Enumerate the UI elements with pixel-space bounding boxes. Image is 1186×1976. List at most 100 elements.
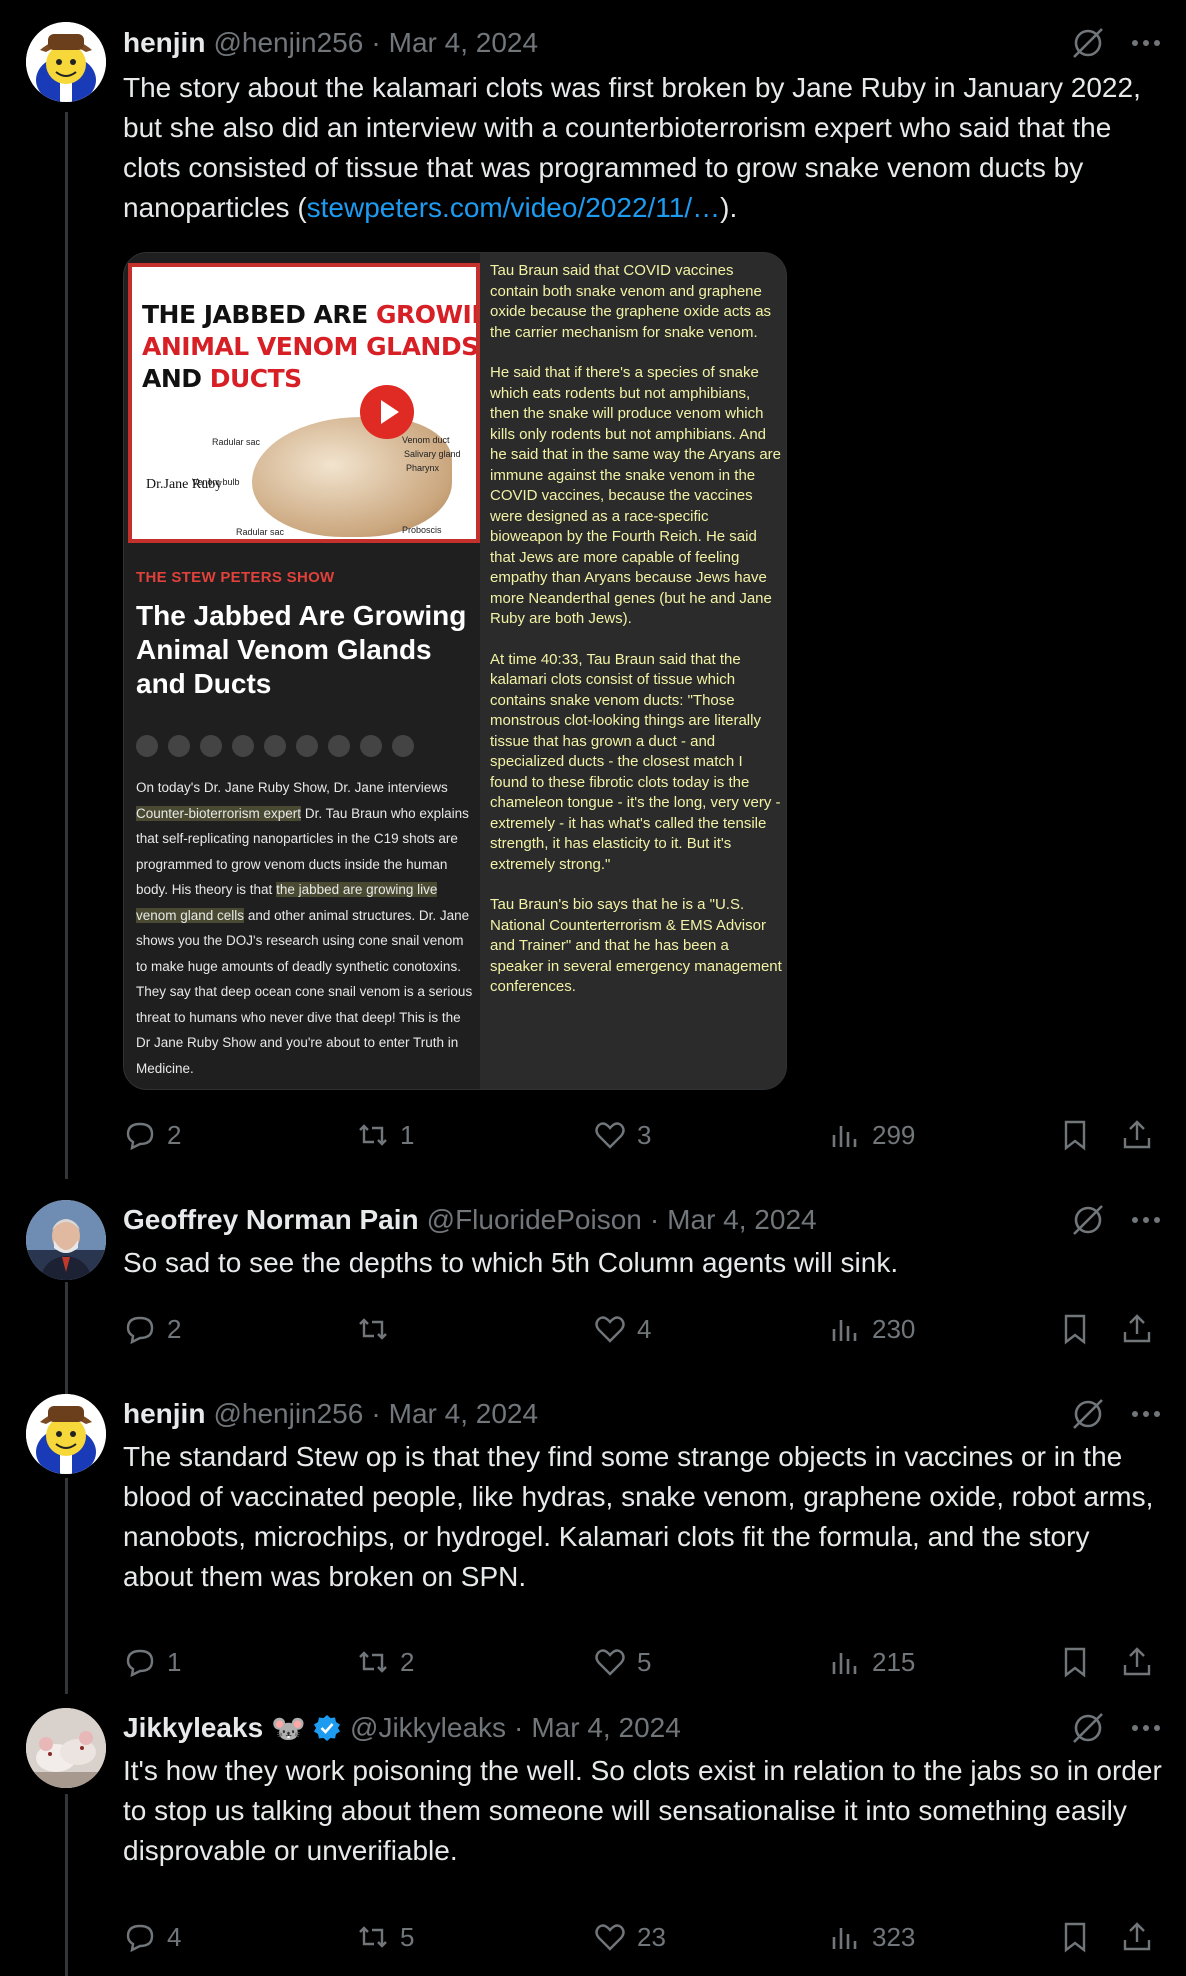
grok-icon[interactable] bbox=[1070, 1710, 1106, 1746]
jane-ruby-logo: Dr.Jane Ruby bbox=[146, 477, 223, 492]
share-icon bbox=[232, 735, 254, 757]
share-icon bbox=[1123, 1647, 1151, 1676]
tweet-text: So sad to see the depths to which 5th Co… bbox=[123, 1247, 899, 1278]
view-count: 215 bbox=[872, 1646, 916, 1677]
retweet-button[interactable]: 2 bbox=[356, 1642, 414, 1682]
retweet-button[interactable] bbox=[356, 1309, 400, 1349]
display-name[interactable]: henjin bbox=[123, 1398, 205, 1430]
bookmark-button[interactable] bbox=[1058, 1917, 1102, 1957]
tweet-actions: 2 1 3 299 bbox=[123, 1115, 1163, 1155]
tweet-actions: 2 4 230 bbox=[123, 1309, 1163, 1349]
reply-button[interactable]: 2 bbox=[123, 1309, 181, 1349]
tweet-actions: 4 5 23 323 bbox=[123, 1917, 1163, 1957]
reply-icon bbox=[126, 1924, 154, 1953]
retweet-button[interactable]: 5 bbox=[356, 1917, 414, 1957]
grok-icon[interactable] bbox=[1070, 1202, 1106, 1238]
more-icon[interactable] bbox=[1128, 1202, 1164, 1238]
thumbnail-headline-part: ANIMAL VENOM GLANDS bbox=[142, 332, 479, 361]
like-button[interactable]: 4 bbox=[593, 1309, 651, 1349]
bookmark-icon bbox=[1064, 1922, 1086, 1953]
bookmark-button[interactable] bbox=[1058, 1115, 1102, 1155]
diagram-label: Proboscis bbox=[402, 525, 442, 535]
user-handle[interactable]: @henjin256 bbox=[213, 27, 363, 59]
annotation-paragraph: He said that if there's a species of sna… bbox=[490, 364, 781, 627]
video-description: On today's Dr. Jane Ruby Show, Dr. Jane … bbox=[136, 775, 478, 1081]
user-handle[interactable]: @henjin256 bbox=[213, 1398, 363, 1430]
retweet-icon bbox=[359, 1926, 387, 1948]
tweet[interactable]: henjin @henjin256 · Mar 4, 2024 The stor… bbox=[0, 0, 1186, 1180]
tweet[interactable]: Geoffrey Norman Pain @FluoridePoison · M… bbox=[0, 1180, 1186, 1370]
description-highlight: Counter-bioterrorism expert bbox=[136, 805, 302, 821]
share-icon bbox=[328, 735, 350, 757]
like-icon bbox=[595, 1122, 625, 1149]
tweet[interactable]: Jikkyleaks 🐭 @Jikkyleaks · Mar 4, 2024 I… bbox=[0, 1690, 1186, 1976]
tweet-date[interactable]: Mar 4, 2024 bbox=[667, 1204, 816, 1236]
retweet-count: 2 bbox=[400, 1646, 415, 1677]
reply-count: 4 bbox=[167, 1921, 182, 1952]
reply-icon bbox=[126, 1649, 154, 1678]
reply-count: 2 bbox=[167, 1313, 182, 1344]
like-icon bbox=[595, 1649, 625, 1676]
views-button[interactable]: 230 bbox=[828, 1309, 915, 1349]
share-button[interactable] bbox=[1120, 1309, 1164, 1349]
more-icon[interactable] bbox=[1128, 25, 1164, 61]
avatar[interactable] bbox=[26, 22, 106, 102]
media-left-panel: THE JABBED ARE GROWING ANIMAL VENOM GLAN… bbox=[124, 253, 480, 1089]
retweet-icon bbox=[359, 1651, 387, 1673]
display-name[interactable]: Jikkyleaks bbox=[123, 1712, 263, 1744]
display-name[interactable]: Geoffrey Norman Pain bbox=[123, 1204, 419, 1236]
media-image[interactable]: THE JABBED ARE GROWING ANIMAL VENOM GLAN… bbox=[123, 252, 787, 1090]
views-button[interactable]: 215 bbox=[828, 1642, 915, 1682]
tweet-date[interactable]: Mar 4, 2024 bbox=[389, 27, 538, 59]
grok-icon[interactable] bbox=[1070, 1396, 1106, 1432]
verified-badge-icon[interactable] bbox=[312, 1713, 342, 1743]
views-button[interactable]: 323 bbox=[828, 1917, 915, 1957]
thumbnail-headline-part: THE JABBED ARE bbox=[142, 300, 376, 329]
tweet[interactable]: henjin @henjin256 · Mar 4, 2024 The stan… bbox=[0, 1374, 1186, 1694]
grok-icon[interactable] bbox=[1070, 25, 1106, 61]
share-button[interactable] bbox=[1120, 1642, 1164, 1682]
like-button[interactable]: 5 bbox=[593, 1642, 651, 1682]
video-thumbnail[interactable]: THE JABBED ARE GROWING ANIMAL VENOM GLAN… bbox=[128, 263, 480, 543]
thumbnail-headline-part: DUCTS bbox=[209, 364, 302, 393]
reply-count: 2 bbox=[167, 1119, 182, 1150]
thumbnail-headline-part: GROWING bbox=[375, 300, 476, 329]
avatar[interactable] bbox=[26, 1200, 106, 1280]
show-title: The Jabbed Are Growing Animal Venom Glan… bbox=[136, 600, 467, 699]
description-text: and other animal structures. Dr. Jane sh… bbox=[136, 907, 473, 1076]
tweet-link[interactable]: stewpeters.com/video/2022/11/… bbox=[307, 192, 720, 223]
tweet-text: It's how they work poisoning the well. S… bbox=[123, 1755, 1162, 1866]
tweet-header: Jikkyleaks 🐭 @Jikkyleaks · Mar 4, 2024 bbox=[123, 1708, 1186, 1748]
retweet-button[interactable]: 1 bbox=[356, 1115, 414, 1155]
share-icons-row bbox=[136, 735, 414, 757]
share-icon bbox=[296, 735, 318, 757]
like-button[interactable]: 23 bbox=[593, 1917, 666, 1957]
views-button[interactable]: 299 bbox=[828, 1115, 915, 1155]
like-icon bbox=[595, 1924, 625, 1951]
avatar[interactable] bbox=[26, 1708, 106, 1788]
tweet-header: henjin @henjin256 · Mar 4, 2024 bbox=[123, 1394, 1186, 1434]
like-count: 5 bbox=[637, 1646, 652, 1677]
tweet-date[interactable]: Mar 4, 2024 bbox=[389, 1398, 538, 1430]
views-icon bbox=[832, 1653, 857, 1674]
share-icon bbox=[1123, 1120, 1151, 1149]
share-button[interactable] bbox=[1120, 1917, 1164, 1957]
bookmark-button[interactable] bbox=[1058, 1309, 1102, 1349]
more-icon[interactable] bbox=[1128, 1710, 1164, 1746]
share-button[interactable] bbox=[1120, 1115, 1164, 1155]
display-name[interactable]: henjin bbox=[123, 27, 205, 59]
avatar[interactable] bbox=[26, 1394, 106, 1474]
user-handle[interactable]: @Jikkyleaks bbox=[350, 1712, 506, 1744]
tweet-date[interactable]: Mar 4, 2024 bbox=[531, 1712, 680, 1744]
views-icon bbox=[832, 1126, 857, 1147]
reply-icon bbox=[126, 1316, 154, 1345]
more-icon[interactable] bbox=[1128, 1396, 1164, 1432]
reply-button[interactable]: 1 bbox=[123, 1642, 181, 1682]
user-handle[interactable]: @FluoridePoison bbox=[427, 1204, 642, 1236]
like-button[interactable]: 3 bbox=[593, 1115, 651, 1155]
like-icon bbox=[595, 1316, 625, 1343]
play-icon[interactable] bbox=[360, 385, 414, 439]
reply-button[interactable]: 2 bbox=[123, 1115, 181, 1155]
bookmark-button[interactable] bbox=[1058, 1642, 1102, 1682]
reply-button[interactable]: 4 bbox=[123, 1917, 181, 1957]
